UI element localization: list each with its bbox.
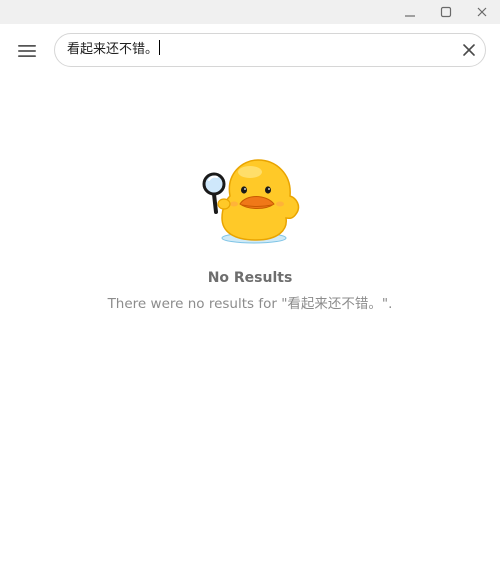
title-bar [0, 0, 500, 24]
search-input[interactable]: 看起来还不错。 [67, 40, 447, 60]
search-query-text: 看起来还不错。 [67, 42, 159, 57]
maximize-icon [440, 6, 452, 18]
empty-state-description: There were no results for "看起来还不错。". [107, 296, 393, 312]
main-menu-button[interactable] [10, 35, 44, 67]
close-window-button[interactable] [466, 0, 498, 24]
clear-search-button[interactable] [461, 42, 477, 58]
text-caret [159, 40, 161, 55]
search-bar[interactable]: 看起来还不错。 [54, 33, 486, 67]
maximize-button[interactable] [430, 0, 462, 24]
duck-magnifier-icon [202, 159, 300, 244]
clear-icon [463, 44, 475, 56]
header-toolbar: 看起来还不错。 [0, 24, 500, 78]
minimize-icon [405, 15, 415, 17]
close-icon [477, 7, 487, 17]
empty-state-title: No Results [207, 270, 293, 286]
minimize-button[interactable] [394, 0, 426, 24]
app-window: 看起来还不错。 No Results There were no results… [0, 0, 500, 576]
hamburger-menu-icon [18, 45, 36, 57]
